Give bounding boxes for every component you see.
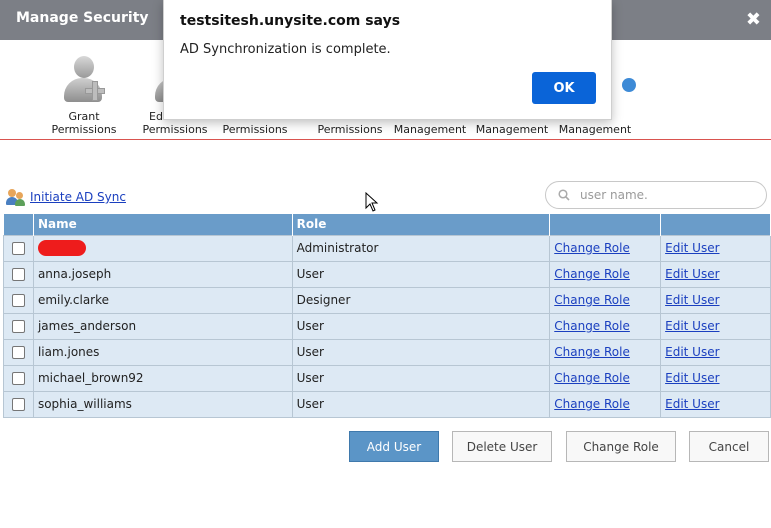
edit-user-link[interactable]: Edit User xyxy=(665,345,719,359)
edit-user-link[interactable]: Edit User xyxy=(665,397,719,411)
tool-label-line2: Management xyxy=(393,123,467,136)
row-checkbox[interactable] xyxy=(11,346,25,359)
change-role-link[interactable]: Change Role xyxy=(554,371,630,385)
users-table: Name Role Administrator Change Role Edit… xyxy=(3,214,771,418)
change-role-link[interactable]: Change Role xyxy=(554,345,630,359)
user-name-cell xyxy=(32,234,293,262)
user-name-cell: anna.joseph xyxy=(32,260,293,288)
tool-label-line2: Permissions xyxy=(51,123,117,136)
row-checkbox[interactable] xyxy=(11,398,25,411)
header-name[interactable]: Name xyxy=(33,214,293,235)
grant-permissions-button[interactable]: Grant Permissions xyxy=(39,52,129,136)
table-row: Administrator Change Role Edit User xyxy=(3,234,771,262)
tool-label-line2: Permissions xyxy=(317,123,383,136)
header-select xyxy=(3,214,34,235)
tool-label-line2: Management xyxy=(558,123,632,136)
user-search-box[interactable] xyxy=(545,181,767,209)
tool-label-line2: Permissions xyxy=(142,123,208,136)
edit-user-link[interactable]: Edit User xyxy=(665,319,719,333)
cancel-button[interactable]: Cancel xyxy=(689,431,769,462)
table-row: anna.joseph User Change Role Edit User xyxy=(3,260,771,288)
user-name-cell: liam.jones xyxy=(32,338,293,366)
initiate-ad-sync-link[interactable]: Initiate AD Sync xyxy=(30,190,126,204)
grant-permissions-icon xyxy=(59,52,109,104)
user-name-cell: sophia_williams xyxy=(32,390,293,418)
row-checkbox[interactable] xyxy=(11,294,25,307)
table-header-row: Name Role xyxy=(3,214,771,235)
users-sync-icon xyxy=(6,188,26,206)
table-row: emily.clarke Designer Change Role Edit U… xyxy=(3,286,771,314)
row-checkbox[interactable] xyxy=(11,268,25,281)
change-role-link[interactable]: Change Role xyxy=(554,397,630,411)
row-checkbox[interactable] xyxy=(11,320,25,333)
search-input[interactable] xyxy=(580,186,755,204)
user-role-cell: User xyxy=(291,364,551,392)
table-row: james_anderson User Change Role Edit Use… xyxy=(3,312,771,340)
user-role-cell: Administrator xyxy=(291,234,551,262)
table-row: michael_brown92 User Change Role Edit Us… xyxy=(3,364,771,392)
ad-sync-row: Initiate AD Sync xyxy=(6,188,126,206)
user-role-cell: Designer xyxy=(291,286,551,314)
delete-user-button[interactable]: Delete User xyxy=(452,431,552,462)
tool-label-line1: Grant xyxy=(68,110,100,123)
user-name-cell: michael_brown92 xyxy=(32,364,293,392)
header-edit-user xyxy=(660,214,771,235)
tool-label-line2: Permissions xyxy=(222,123,288,136)
user-name-cell: james_anderson xyxy=(32,312,293,340)
alert-message: AD Synchronization is complete. xyxy=(180,42,391,57)
alert-title: testsitesh.unysite.com says xyxy=(180,13,401,29)
change-role-button[interactable]: Change Role xyxy=(566,431,676,462)
header-change-role xyxy=(549,214,662,235)
change-role-link[interactable]: Change Role xyxy=(554,267,630,281)
alert-dialog: testsitesh.unysite.com says AD Synchroni… xyxy=(163,0,612,120)
table-row: liam.jones User Change Role Edit User xyxy=(3,338,771,366)
edit-user-link[interactable]: Edit User xyxy=(665,371,719,385)
close-icon[interactable]: ✖ xyxy=(746,9,761,30)
user-role-cell: User xyxy=(291,390,551,418)
table-row: sophia_williams User Change Role Edit Us… xyxy=(3,390,771,418)
tool-label-line2: Management xyxy=(475,123,549,136)
user-role-cell: User xyxy=(291,312,551,340)
user-role-cell: User xyxy=(291,260,551,288)
redacted-name xyxy=(37,240,86,256)
window-title: Manage Security xyxy=(16,10,149,26)
change-role-link[interactable]: Change Role xyxy=(554,241,630,255)
add-user-button[interactable]: Add User xyxy=(349,431,439,462)
edit-user-link[interactable]: Edit User xyxy=(665,267,719,281)
user-name-cell: emily.clarke xyxy=(32,286,293,314)
edit-user-link[interactable]: Edit User xyxy=(665,293,719,307)
change-role-link[interactable]: Change Role xyxy=(554,293,630,307)
row-checkbox[interactable] xyxy=(11,372,25,385)
header-role[interactable]: Role xyxy=(292,214,551,235)
user-role-cell: User xyxy=(291,338,551,366)
search-icon xyxy=(558,189,570,201)
ok-button[interactable]: OK xyxy=(532,72,596,104)
mouse-cursor-icon xyxy=(365,192,379,212)
edit-user-link[interactable]: Edit User xyxy=(665,241,719,255)
toolbar-divider xyxy=(0,139,771,140)
change-role-link[interactable]: Change Role xyxy=(554,319,630,333)
row-checkbox[interactable] xyxy=(11,242,25,255)
